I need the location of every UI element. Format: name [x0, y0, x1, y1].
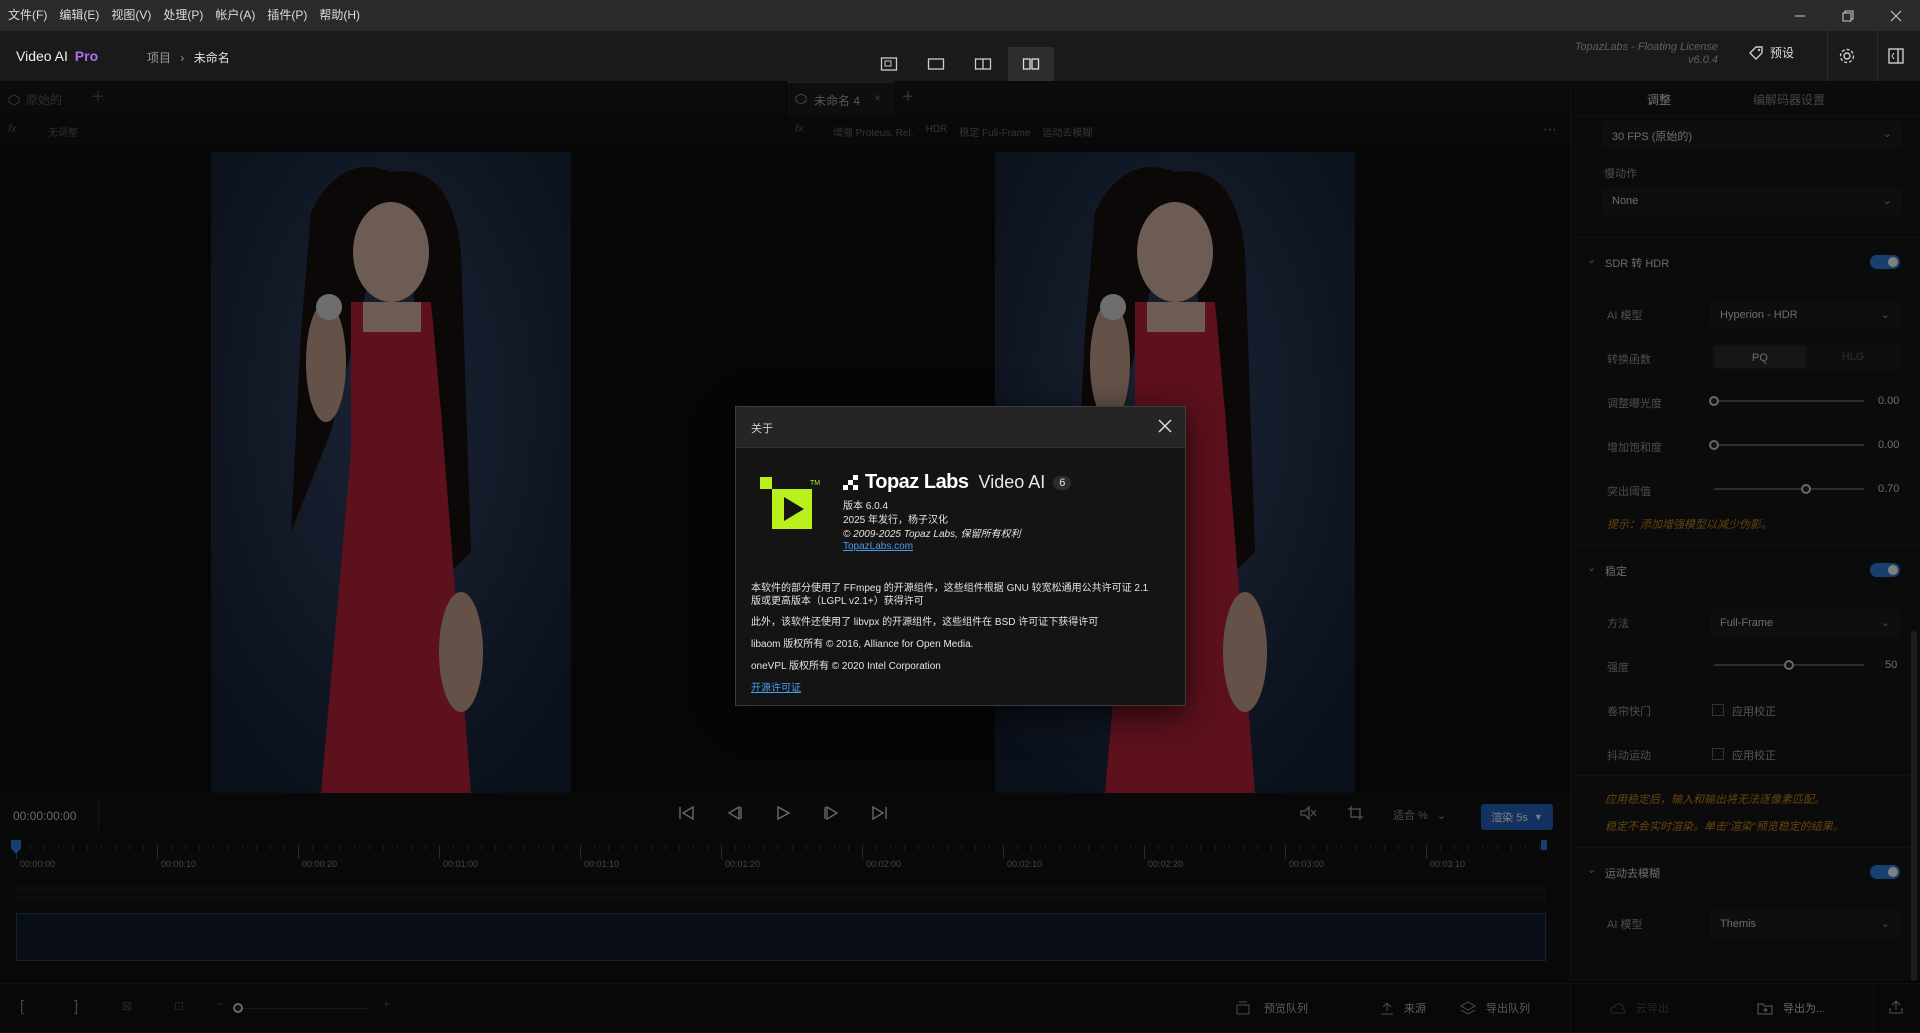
- about-website-link[interactable]: TopazLabs.com: [843, 541, 913, 552]
- side-by-side-view-icon: [1022, 58, 1040, 70]
- single-view-icon: [880, 57, 898, 71]
- preset-button[interactable]: 预设: [1748, 44, 1794, 61]
- about-product: Video AI: [978, 472, 1046, 492]
- about-brand: Topaz Labs: [865, 471, 969, 493]
- toggle-panel-button[interactable]: [1887, 47, 1905, 68]
- view-mode-fullscreen[interactable]: [913, 47, 959, 81]
- settings-button[interactable]: [1838, 47, 1856, 68]
- view-mode-split[interactable]: [960, 47, 1006, 81]
- header-divider: [1827, 31, 1828, 81]
- menu-view[interactable]: 视图(V): [105, 0, 157, 31]
- about-ffmpeg-line-2: 版或更高版本（LGPL v2.1+）获得许可: [751, 596, 924, 607]
- about-major-version-badge: 6: [1053, 475, 1072, 490]
- about-license-link[interactable]: 开源许可证: [751, 679, 801, 694]
- menu-account[interactable]: 帐户(A): [209, 0, 261, 31]
- menu-file[interactable]: 文件(F): [2, 0, 53, 31]
- license-text: TopazLabs - Floating License: [1574, 41, 1718, 53]
- view-mode-side-by-side[interactable]: [1008, 47, 1054, 81]
- minimize-icon: [1795, 15, 1805, 16]
- version-text: v6.0.4: [1688, 54, 1718, 66]
- close-icon: [1158, 419, 1172, 433]
- menu-help[interactable]: 帮助(H): [313, 0, 366, 31]
- menu-plugins[interactable]: 插件(P): [261, 0, 313, 31]
- split-view-icon: [974, 58, 992, 70]
- app-name: Video AI: [16, 48, 68, 64]
- restore-icon: [1842, 10, 1854, 21]
- svg-text:TM: TM: [810, 480, 820, 487]
- about-libvpx-line: 此外，该软件还使用了 libvpx 的开源组件，这些组件在 BSD 许可证下获得…: [751, 617, 1099, 628]
- app-logo: Video AI Pro: [16, 48, 98, 64]
- about-title: 关于: [751, 423, 773, 435]
- video-ai-logo-mark: TM: [760, 477, 820, 529]
- breadcrumb: 项目 › 未命名: [147, 49, 230, 66]
- preset-tag-icon: [1749, 45, 1763, 60]
- about-dialog: 关于 TM Topaz Labs Video AI 6 版本 6.0.4 202…: [735, 406, 1186, 706]
- about-close-button[interactable]: [1156, 417, 1176, 437]
- breadcrumb-current[interactable]: 未命名: [194, 51, 230, 65]
- app-tier: Pro: [74, 48, 99, 64]
- about-copyright: © 2009-2025 Topaz Labs, 保留所有权利: [843, 529, 1021, 540]
- topaz-logo-icon: [843, 474, 858, 490]
- gear-icon: [1839, 48, 1855, 64]
- close-window-button[interactable]: [1872, 0, 1920, 31]
- video-ai-logo: TM: [760, 477, 824, 538]
- preset-label: 预设: [1770, 46, 1795, 60]
- menu-process[interactable]: 处理(P): [157, 0, 209, 31]
- menu-edit[interactable]: 编辑(E): [53, 0, 105, 31]
- menu-bar: 文件(F) 编辑(E) 视图(V) 处理(P) 帐户(A) 插件(P) 帮助(H): [0, 0, 1920, 31]
- menu-list: 文件(F) 编辑(E) 视图(V) 处理(P) 帐户(A) 插件(P) 帮助(H): [2, 0, 366, 31]
- about-dialog-header: 关于: [736, 407, 1185, 448]
- about-release: 2025 年发行，杨子汉化: [843, 515, 949, 526]
- license-info: TopazLabs - Floating License v6.0.4: [1575, 41, 1718, 67]
- minimize-button[interactable]: [1776, 0, 1824, 31]
- header-divider-2: [1877, 31, 1878, 81]
- panel-toggle-icon: [1888, 48, 1904, 64]
- close-icon: [1890, 10, 1902, 21]
- about-version: 版本 6.0.4: [843, 501, 889, 512]
- about-onevpl-line: oneVPL 版权所有 © 2020 Intel Corporation: [751, 661, 941, 672]
- breadcrumb-project[interactable]: 项目: [147, 51, 171, 65]
- fullscreen-view-icon: [927, 58, 945, 70]
- restore-button[interactable]: [1824, 0, 1872, 31]
- about-libaom-line: libaom 版权所有 © 2016, Alliance for Open Me…: [751, 639, 974, 650]
- breadcrumb-separator-icon: ›: [180, 51, 185, 65]
- about-product-heading: Topaz Labs Video AI 6: [843, 471, 1072, 494]
- view-mode-single[interactable]: [866, 47, 912, 81]
